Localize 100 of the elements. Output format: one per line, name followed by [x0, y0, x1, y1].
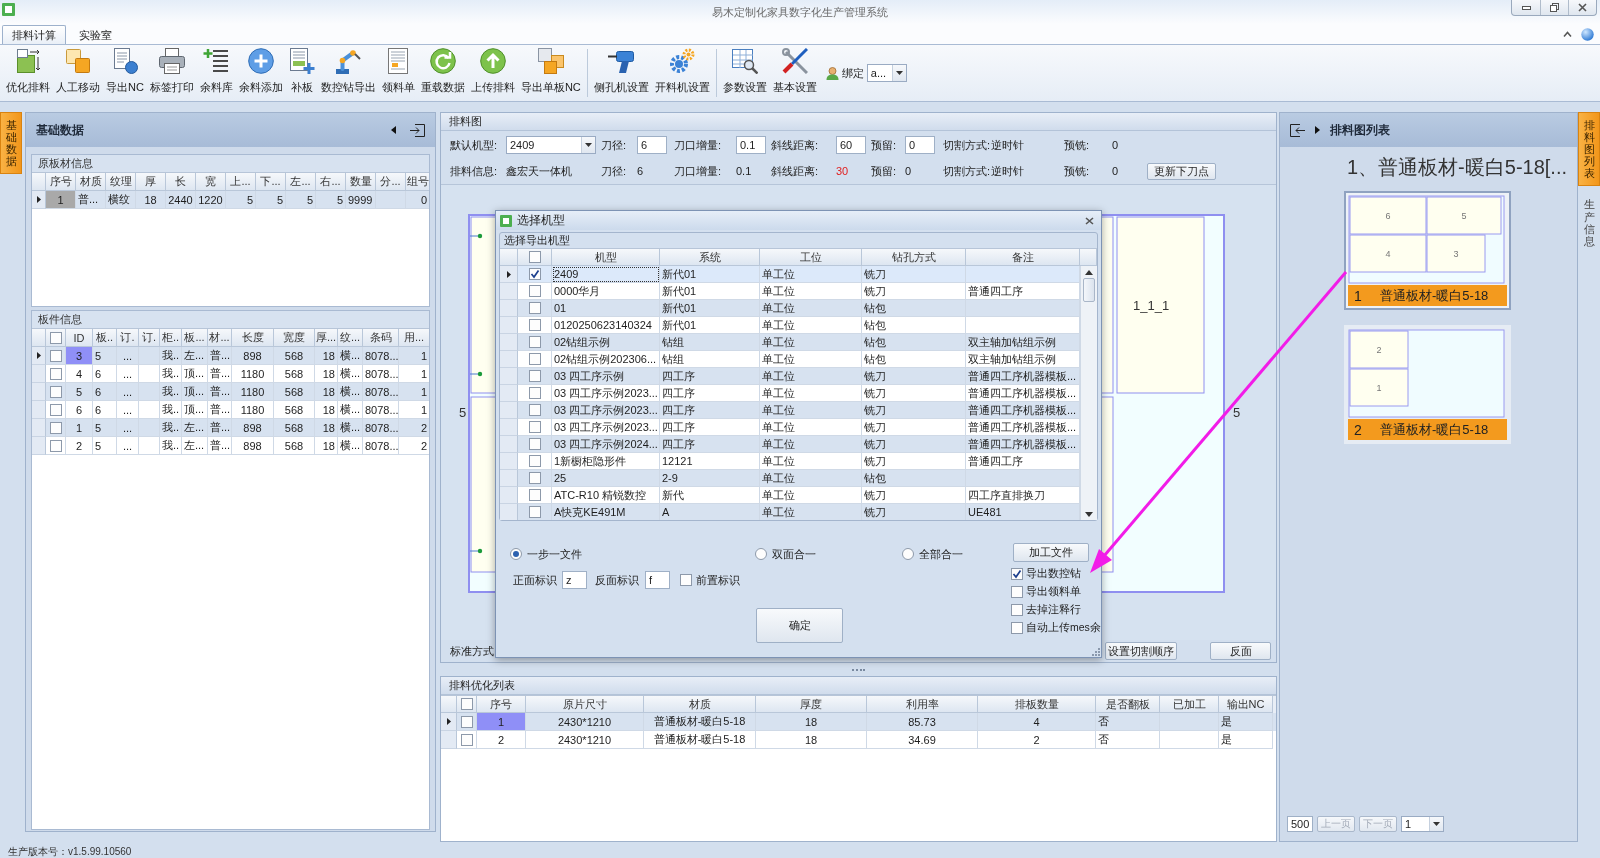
row-header[interactable] — [500, 266, 518, 283]
ok-button[interactable]: 确定 — [756, 608, 843, 643]
column-header[interactable]: 分... — [376, 173, 406, 191]
caret-left-icon[interactable] — [391, 126, 396, 134]
column-header[interactable]: 纹... — [338, 329, 363, 347]
checkbox[interactable] — [460, 715, 473, 728]
ribbon-tab[interactable]: 排料计算 — [2, 25, 66, 44]
page-select[interactable]: 1 — [1401, 816, 1444, 832]
column-header[interactable]: 已加工 — [1160, 696, 1219, 713]
row-header[interactable] — [32, 191, 46, 209]
toolbar-button[interactable]: 导出NC — [104, 45, 146, 101]
column-header[interactable]: 长 — [166, 173, 196, 191]
checkbox[interactable] — [528, 472, 541, 484]
toolbar-button[interactable]: 侧孔机设置 — [591, 45, 651, 101]
row-header[interactable] — [32, 347, 46, 365]
column-header[interactable]: 排板数量 — [978, 696, 1096, 713]
radio-button[interactable] — [902, 548, 914, 560]
toolbar-button[interactable]: 重载数据 — [418, 45, 467, 101]
toolbar-button[interactable]: 领料单 — [379, 45, 417, 101]
column-header[interactable]: 右... — [316, 173, 346, 191]
checkbox[interactable] — [680, 574, 692, 586]
column-header[interactable]: 板.. — [93, 329, 117, 347]
toolbar-button[interactable]: 人工移动 — [54, 45, 102, 101]
column-header[interactable]: 订. — [139, 329, 160, 347]
row-header[interactable] — [441, 713, 457, 731]
checkbox[interactable] — [49, 349, 62, 362]
toolbar-button[interactable]: 基本设置 — [770, 45, 819, 101]
column-header[interactable]: 纹理 — [106, 173, 136, 191]
dock-tab[interactable]: 基础数据 — [0, 112, 22, 175]
checkbox[interactable] — [49, 421, 62, 434]
column-header[interactable]: 左... — [286, 173, 316, 191]
column-header[interactable]: 条码 — [363, 329, 399, 347]
column-header[interactable]: 组号 — [406, 173, 429, 191]
column-header[interactable]: 利用率 — [867, 696, 978, 713]
checkbox[interactable] — [1011, 604, 1023, 616]
dock-icon[interactable] — [1290, 123, 1305, 137]
radio-button[interactable] — [755, 548, 767, 560]
column-header[interactable]: 机型 — [552, 249, 660, 266]
toolbar-button[interactable]: 导出单板NC — [518, 45, 583, 101]
dropdown[interactable]: 2409 — [506, 136, 596, 154]
globe-icon[interactable] — [1581, 27, 1594, 41]
column-header[interactable]: 序号 — [46, 173, 76, 191]
dock-tab[interactable]: 排料图列表 — [1578, 112, 1600, 187]
scroll-thumb[interactable] — [1083, 278, 1095, 302]
checkbox[interactable] — [528, 251, 541, 263]
checkbox[interactable] — [528, 353, 541, 365]
file-button[interactable]: 加工文件 — [1013, 543, 1089, 562]
input-field[interactable]: 60 — [836, 136, 866, 154]
checkbox[interactable] — [49, 331, 62, 344]
checkbox[interactable] — [528, 438, 541, 450]
checkbox[interactable] — [49, 403, 62, 416]
column-header[interactable]: 上... — [226, 173, 256, 191]
action-button[interactable]: 设置切割顺序 — [1105, 642, 1177, 660]
column-header[interactable]: 钻孔方式 — [862, 249, 966, 266]
column-header[interactable]: 柜.. — [160, 329, 182, 347]
chevron-up-icon[interactable] — [1563, 31, 1572, 37]
column-header[interactable]: 输出NC — [1219, 696, 1273, 713]
column-header[interactable]: ID — [66, 329, 93, 347]
page-size-field[interactable]: 500 — [1287, 816, 1313, 832]
column-header[interactable]: 材... — [208, 329, 232, 347]
column-header[interactable]: 板... — [182, 329, 208, 347]
column-header[interactable]: 系统 — [660, 249, 760, 266]
column-header[interactable]: 序号 — [477, 696, 526, 713]
column-header[interactable]: 厚... — [315, 329, 338, 347]
toolbar-button[interactable]: 开料机设置 — [652, 45, 712, 101]
checkbox[interactable] — [528, 370, 541, 382]
sheet-thumbnail[interactable]: 2 1 2 普通板材-暖白5-18 — [1344, 325, 1511, 444]
column-header[interactable]: 是否翻板 — [1096, 696, 1160, 713]
toolbar-button[interactable]: 优化排料 — [4, 45, 52, 101]
toolbar-button[interactable]: 数控钻导出 — [318, 45, 378, 101]
toolbar-button[interactable]: 参数设置 — [720, 45, 769, 101]
input-field[interactable]: 6 — [637, 136, 667, 154]
checkbox[interactable] — [460, 733, 473, 746]
toolbar-button[interactable]: 上传排料 — [468, 45, 517, 101]
checkbox[interactable] — [528, 421, 541, 433]
column-header[interactable]: 订. — [117, 329, 139, 347]
column-header[interactable]: 工位 — [760, 249, 862, 266]
radio-button[interactable] — [510, 548, 522, 560]
checkbox[interactable] — [528, 268, 541, 280]
column-header[interactable]: 厚 — [136, 173, 166, 191]
scrollbar[interactable] — [1080, 266, 1097, 520]
column-header[interactable]: 长度 — [232, 329, 274, 347]
checkbox[interactable] — [528, 319, 541, 331]
update-button[interactable]: 更新下刀点 — [1147, 162, 1216, 180]
dock-icon[interactable] — [410, 123, 425, 137]
column-header[interactable]: 数量 — [346, 173, 376, 191]
checkbox[interactable] — [49, 385, 62, 398]
input-field[interactable]: f — [645, 571, 670, 589]
toolbar-button[interactable]: 标签打印 — [147, 45, 196, 101]
checkbox[interactable] — [460, 698, 473, 710]
input-field[interactable]: z — [562, 571, 587, 589]
dock-tab[interactable]: 生产信息 — [1578, 191, 1600, 254]
column-header[interactable]: 厚度 — [756, 696, 867, 713]
checkbox[interactable] — [1011, 586, 1023, 598]
toolbar-button[interactable]: 余料库 — [197, 45, 235, 101]
action-button[interactable]: 反面 — [1210, 642, 1271, 660]
checkbox[interactable] — [528, 455, 541, 467]
column-header[interactable]: 宽 — [196, 173, 226, 191]
column-header[interactable]: 下... — [256, 173, 286, 191]
checkbox[interactable] — [528, 404, 541, 416]
